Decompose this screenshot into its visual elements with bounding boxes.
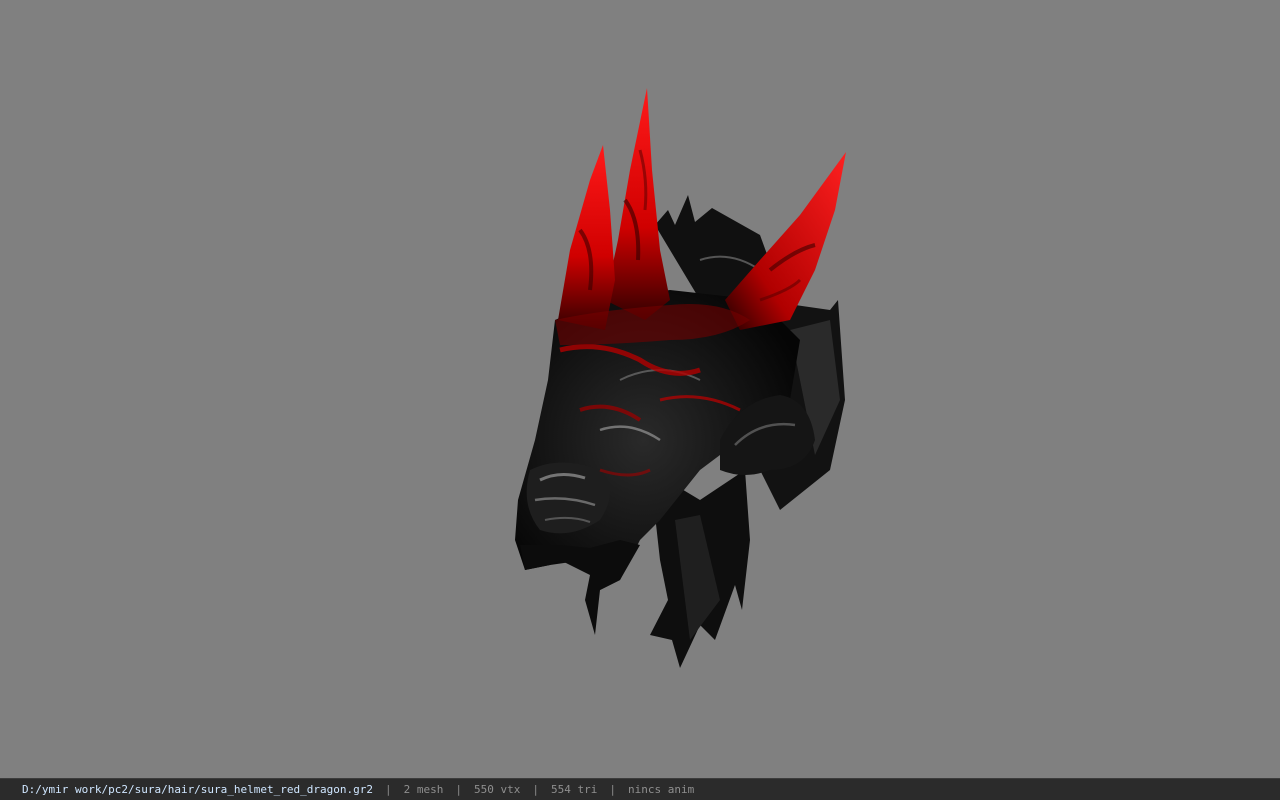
animation-status: nincs anim <box>627 783 695 796</box>
triangle-count: 554 tri <box>550 783 598 796</box>
model-horn-left-tall <box>605 88 670 320</box>
mesh-count: 2 mesh <box>403 783 444 796</box>
dragon-helmet-model[interactable] <box>0 0 1280 778</box>
separator: | <box>385 783 392 796</box>
status-bar: D:/ymir work/pc2/sura/hair/sura_helmet_r… <box>0 778 1280 800</box>
file-path: D:/ymir work/pc2/sura/hair/sura_helmet_r… <box>22 783 373 796</box>
3d-viewport[interactable] <box>0 0 1280 778</box>
separator: | <box>532 783 539 796</box>
vertex-count: 550 vtx <box>474 783 521 796</box>
model-jaw <box>520 540 640 635</box>
separator: | <box>455 783 462 796</box>
separator: | <box>609 783 616 796</box>
